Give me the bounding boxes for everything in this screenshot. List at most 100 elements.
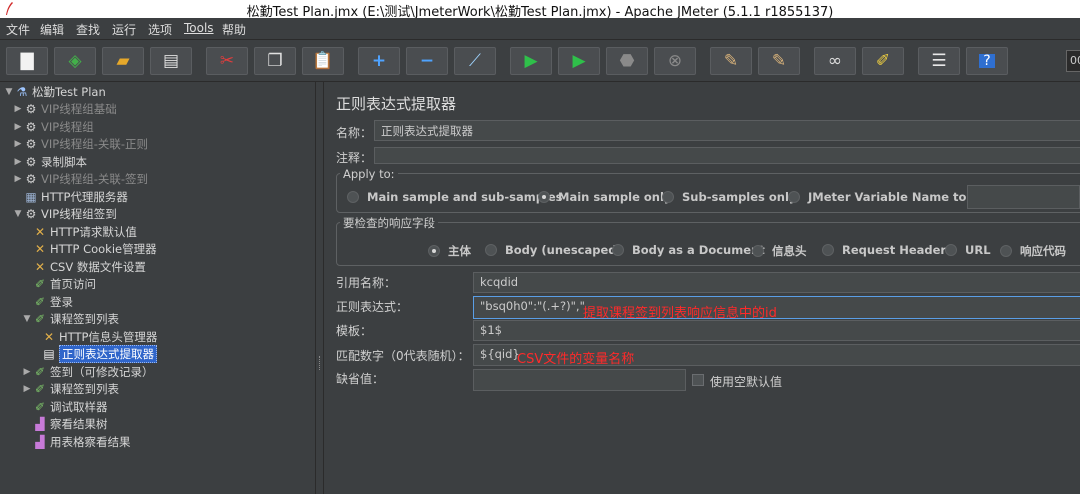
pen-icon: ✐	[34, 399, 46, 414]
clear-button[interactable]: ✎	[710, 47, 752, 75]
collapsed-arrow-icon[interactable]: ▶	[22, 384, 32, 394]
tree-node-label: 松勤Test Plan	[32, 84, 106, 99]
menu-edit[interactable]: 编辑	[40, 21, 64, 38]
search-button[interactable]: ∞	[814, 47, 856, 75]
function-helper-button[interactable]: ☰	[918, 47, 960, 75]
start-no-pause-button[interactable]: ▶	[558, 47, 600, 75]
save-button[interactable]: ▤	[150, 47, 192, 75]
start-button[interactable]: ▶	[510, 47, 552, 75]
default-value-field[interactable]	[473, 369, 686, 391]
help-button[interactable]: ?	[966, 47, 1008, 75]
expanded-arrow-icon[interactable]: ▼	[4, 87, 14, 97]
menu-file[interactable]: 文件	[6, 21, 30, 38]
collapsed-arrow-icon[interactable]: ▶	[13, 139, 23, 149]
template-field[interactable]: $1$	[473, 320, 1080, 341]
stop-button[interactable]: ⬣	[606, 47, 648, 75]
regex-annotation: 提取课程签到列表响应信息中的id	[583, 306, 777, 321]
tree-node[interactable]: ▶ ⚙ VIP线程组	[13, 118, 94, 135]
collapsed-arrow-icon[interactable]: ▶	[13, 174, 23, 184]
tree-node[interactable]: ✐ 登录	[22, 293, 73, 310]
jmeter-variable-field[interactable]	[967, 185, 1080, 209]
expanded-arrow-icon[interactable]: ▼	[13, 209, 23, 219]
menu-help[interactable]: 帮助	[222, 21, 246, 38]
radio-main-only[interactable]: Main sample only	[538, 190, 671, 204]
test-plan-tree[interactable]: ▼ ⚗ 松勤Test Plan ▶ ⚙ VIP线程组基础 ▶ ⚙ VIP线程组 ▶ ⚙ VIP线程组-…	[0, 82, 315, 494]
radio-url[interactable]: URL	[945, 243, 991, 257]
radio-main-and-sub[interactable]: Main sample and sub-samples	[347, 190, 563, 204]
radio-sub-only[interactable]: Sub-samples only	[662, 190, 796, 204]
radio-dot	[752, 245, 764, 257]
radio-body-as-document[interactable]: Body as a Document	[612, 243, 765, 257]
radio-body[interactable]: 主体	[428, 243, 471, 259]
menu-tools[interactable]: Tools	[184, 21, 214, 35]
expanded-arrow-icon[interactable]: ▼	[22, 314, 32, 324]
collapsed-arrow-icon[interactable]: ▶	[22, 367, 32, 377]
collapse-button[interactable]: −	[406, 47, 448, 75]
regex-extractor-panel: 正则表达式提取器 名称： 正则表达式提取器 注释： Apply to: Main…	[325, 82, 1080, 494]
pen-icon: ✐	[34, 294, 46, 309]
tree-node[interactable]: ✕ HTTP请求默认值	[22, 223, 137, 240]
paste-button[interactable]: 📋	[302, 47, 344, 75]
clear-all-button[interactable]: ✎	[758, 47, 800, 75]
radio-label: URL	[965, 243, 991, 257]
tree-node[interactable]: ▶ ⚙ VIP线程组-关联-正则	[13, 136, 148, 153]
radio-headers[interactable]: 信息头	[752, 243, 807, 259]
tree-node[interactable]: ✕ CSV 数据文件设置	[22, 258, 146, 275]
tree-node[interactable]: ▼ ⚙ VIP线程组签到	[13, 206, 117, 223]
menu-options[interactable]: 选项	[148, 21, 172, 38]
tree-node[interactable]: ▼ ⚗ 松勤Test Plan	[4, 83, 106, 100]
gear-icon: ⚙	[25, 137, 37, 151]
radio-body-unescaped[interactable]: Body (unescaped)	[485, 243, 622, 257]
radio-dot	[788, 191, 800, 203]
tree-node[interactable]: ▟ 察看结果树	[22, 416, 107, 433]
radio-jmeter-variable[interactable]: JMeter Variable Name to use	[788, 190, 993, 204]
reset-search-button[interactable]: ✐	[862, 47, 904, 75]
tree-node-label: 用表格察看结果	[50, 434, 131, 449]
comment-field[interactable]	[374, 147, 1080, 164]
tree-node[interactable]: ▶ ✐ 课程签到列表	[22, 381, 119, 398]
shutdown-button[interactable]: ⊗	[654, 47, 696, 75]
expand-button[interactable]: +	[358, 47, 400, 75]
tree-node[interactable]: ▶ ✐ 签到（可修改记录）	[22, 363, 154, 380]
play-icon: ▶	[524, 50, 538, 71]
proxy-icon: ▦	[25, 189, 37, 204]
tree-node-label: HTTP代理服务器	[41, 189, 128, 204]
tree-node[interactable]: ▦ HTTP代理服务器	[13, 188, 128, 205]
splitter-grip[interactable]	[319, 356, 321, 370]
tree-node[interactable]: ▼ ✐ 课程签到列表	[22, 311, 119, 328]
radio-dot	[662, 191, 674, 203]
tree-node[interactable]: ✐ 首页访问	[22, 276, 96, 293]
copy-button[interactable]: ❐	[254, 47, 296, 75]
open-button[interactable]: ▰	[102, 47, 144, 75]
cut-button[interactable]: ✂	[206, 47, 248, 75]
tree-node[interactable]: ▶ ⚙ 录制脚本	[13, 153, 87, 170]
radio-label: Main sample only	[558, 190, 672, 204]
collapsed-arrow-icon[interactable]: ▶	[13, 157, 23, 167]
use-empty-default-checkbox[interactable]	[692, 374, 704, 386]
toggle-button[interactable]: ⟋	[454, 47, 496, 75]
name-field[interactable]: 正则表达式提取器	[374, 120, 1080, 141]
templates-button[interactable]: ◈	[54, 47, 96, 75]
tree-node[interactable]: ✐ 调试取样器	[22, 398, 108, 415]
split-pane-divider[interactable]	[315, 82, 324, 494]
thread-counter: 00	[1066, 50, 1080, 72]
tree-node[interactable]: ▶ ⚙ VIP线程组基础	[13, 101, 117, 118]
ref-name-field[interactable]: kcqdid	[473, 272, 1080, 293]
collapsed-arrow-icon[interactable]: ▶	[13, 122, 23, 132]
collapsed-arrow-icon[interactable]: ▶	[13, 104, 23, 114]
tree-node-label: 录制脚本	[41, 154, 87, 169]
tree-node[interactable]: ▟ 用表格察看结果	[22, 433, 131, 450]
tree-node-selected[interactable]: ▤ 正则表达式提取器	[31, 345, 157, 363]
tree-node-label: 调试取样器	[50, 399, 108, 414]
tree-node[interactable]: ✕ HTTP Cookie管理器	[22, 241, 157, 258]
new-button[interactable]: ▇	[6, 47, 48, 75]
pen-icon: ✐	[34, 382, 46, 396]
use-empty-default-label[interactable]: 使用空默认值	[710, 373, 782, 390]
radio-response-code[interactable]: 响应代码	[1000, 243, 1066, 259]
tree-node[interactable]: ✕ HTTP信息头管理器	[31, 328, 157, 345]
menu-run[interactable]: 运行	[112, 21, 136, 38]
menu-search[interactable]: 查找	[76, 21, 100, 38]
radio-request-headers[interactable]: Request Headers	[822, 243, 953, 257]
chart-icon: ▟	[35, 434, 45, 449]
tree-node[interactable]: ▶ ⚙ VIP线程组-关联-签到	[13, 171, 148, 188]
